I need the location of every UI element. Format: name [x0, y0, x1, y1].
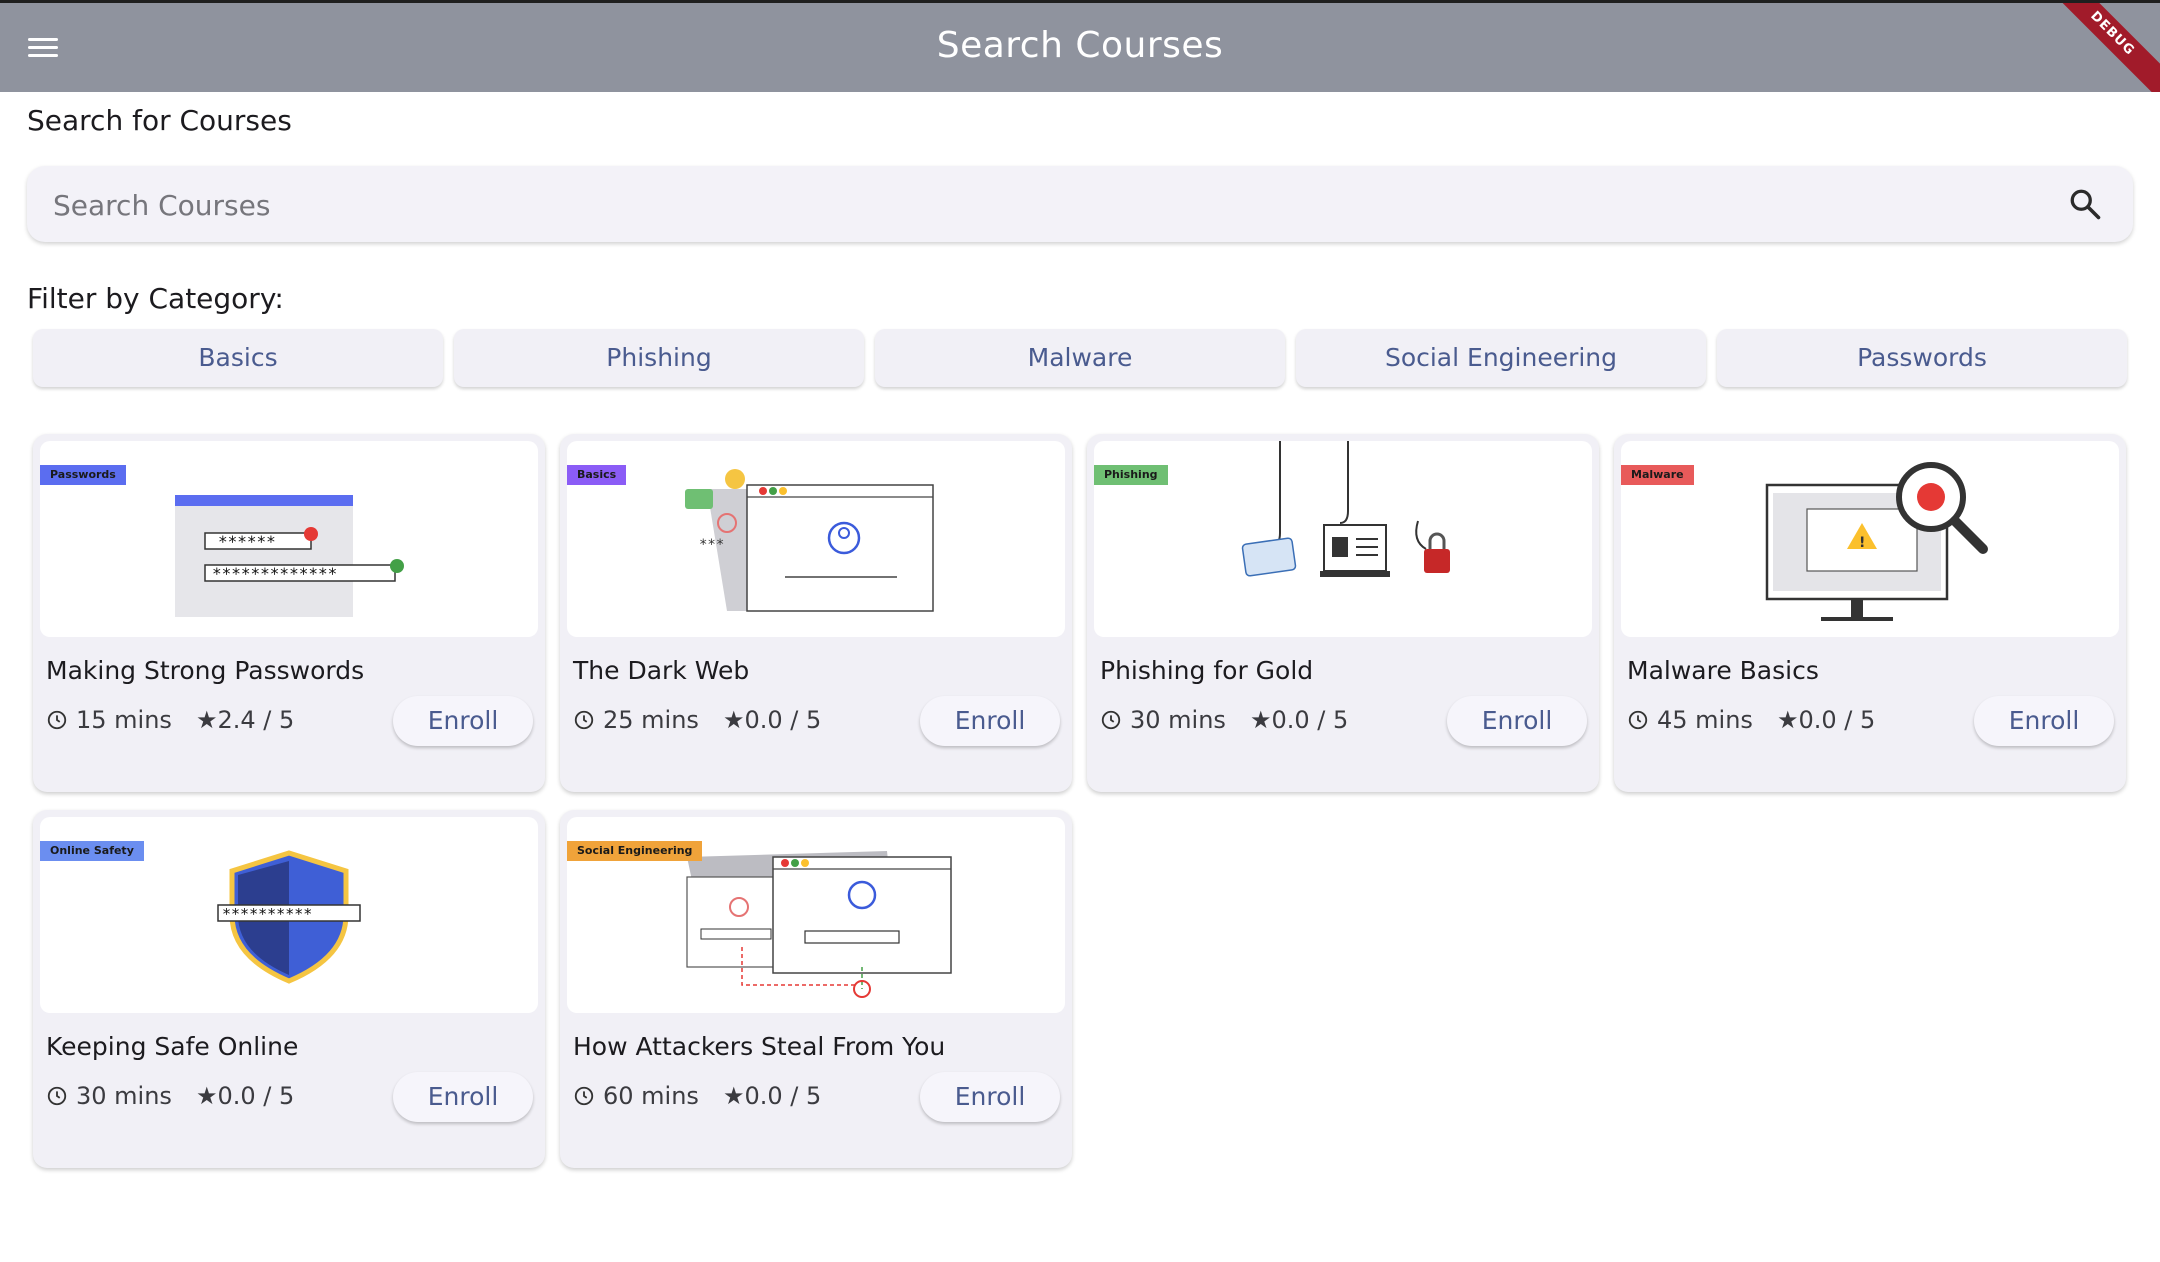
course-duration: 15 mins [76, 706, 172, 734]
enroll-button[interactable]: Enroll [920, 1072, 1060, 1122]
course-rating: ★0.0 / 5 [1249, 706, 1349, 734]
course-category-tag: Basics [567, 465, 627, 485]
course-thumbnail: ****** ************* Passwords [40, 441, 538, 637]
svg-text:!: ! [1859, 535, 1865, 551]
clock-icon [47, 710, 67, 730]
course-rating: ★0.0 / 5 [722, 1082, 822, 1110]
category-filters: Basics Phishing Malware Social Engineeri… [33, 329, 2133, 387]
course-duration: 30 mins [1130, 706, 1226, 734]
svg-text:***: *** [699, 537, 724, 553]
course-meta: 60 mins ★0.0 / 5 [573, 1082, 821, 1110]
course-duration: 30 mins [76, 1082, 172, 1110]
app-bar: Search Courses DEBUG [0, 0, 2160, 92]
clock-icon [574, 710, 594, 730]
filter-chip-phishing[interactable]: Phishing [454, 329, 864, 387]
course-rating: ★0.0 / 5 [195, 1082, 295, 1110]
enroll-button[interactable]: Enroll [393, 1072, 533, 1122]
course-duration: 60 mins [603, 1082, 699, 1110]
search-input[interactable] [51, 166, 2015, 244]
browser-login-illustration: *** [685, 469, 934, 612]
clock-icon [574, 1086, 594, 1106]
svg-text:******: ****** [218, 532, 276, 551]
search-icon[interactable] [2067, 186, 2103, 222]
course-thumbnail: Social Engineering [567, 817, 1065, 1013]
enroll-button[interactable]: Enroll [1447, 696, 1587, 746]
course-category-tag: Malware [1621, 465, 1694, 485]
course-category-tag: Passwords [40, 465, 126, 485]
course-rating: ★0.0 / 5 [722, 706, 822, 734]
clock-icon [47, 1086, 67, 1106]
course-duration: 25 mins [603, 706, 699, 734]
course-meta: 45 mins ★0.0 / 5 [1627, 706, 1875, 734]
enroll-button[interactable]: Enroll [393, 696, 533, 746]
filter-section-label: Filter by Category: [27, 282, 284, 315]
course-meta: 30 mins ★0.0 / 5 [46, 1082, 294, 1110]
course-title: Keeping Safe Online [46, 1032, 299, 1061]
course-title: Making Strong Passwords [46, 656, 365, 685]
course-card[interactable]: Social Engineering How Attackers Steal F… [560, 810, 1072, 1168]
course-category-tag: Phishing [1094, 465, 1168, 485]
filter-chip-malware[interactable]: Malware [875, 329, 1285, 387]
fishing-hooks-illustration [1241, 441, 1450, 577]
enroll-button[interactable]: Enroll [920, 696, 1060, 746]
course-thumbnail: Phishing [1094, 441, 1592, 637]
course-thumbnail: *** Basics [567, 441, 1065, 637]
svg-text:*************: ************* [212, 564, 337, 583]
course-thumbnail: ********** Online Safety [40, 817, 538, 1013]
search-bar [27, 166, 2133, 244]
svg-text:**********: ********** [222, 905, 312, 923]
enroll-button[interactable]: Enroll [1974, 696, 2114, 746]
course-meta: 15 mins ★2.4 / 5 [46, 706, 294, 734]
course-category-tag: Social Engineering [567, 841, 703, 861]
monitor-bug-magnifier-illustration: ! [1765, 462, 1988, 621]
course-rating: ★0.0 / 5 [1776, 706, 1876, 734]
search-section-label: Search for Courses [27, 104, 292, 137]
course-meta: 30 mins ★0.0 / 5 [1100, 706, 1348, 734]
course-category-tag: Online Safety [40, 841, 144, 861]
course-title: How Attackers Steal From You [573, 1032, 946, 1061]
course-title: Phishing for Gold [1100, 656, 1314, 685]
page-title: Search Courses [936, 25, 1224, 66]
course-thumbnail: ! Malware [1621, 441, 2119, 637]
filter-chip-passwords[interactable]: Passwords [1717, 329, 2127, 387]
course-title: Malware Basics [1627, 656, 1819, 685]
filter-chip-basics[interactable]: Basics [33, 329, 443, 387]
course-card[interactable]: ! Malware Malware Basics 45 mins ★0.0 / … [1614, 434, 2126, 792]
course-card[interactable]: ********** Online Safety Keeping Safe On… [33, 810, 545, 1168]
clock-icon [1101, 710, 1121, 730]
filter-chip-social-engineering[interactable]: Social Engineering [1296, 329, 1706, 387]
course-meta: 25 mins ★0.0 / 5 [573, 706, 821, 734]
course-title: The Dark Web [573, 656, 750, 685]
course-card[interactable]: *** Basics The Dark Web 25 mins ★0.0 / 5… [560, 434, 1072, 792]
course-duration: 45 mins [1657, 706, 1753, 734]
course-card[interactable]: ****** ************* Passwords Making St… [33, 434, 545, 792]
course-card[interactable]: Phishing Phishing for Gold 30 mins ★0.0 … [1087, 434, 1599, 792]
clock-icon [1628, 710, 1648, 730]
course-rating: ★2.4 / 5 [195, 706, 295, 734]
